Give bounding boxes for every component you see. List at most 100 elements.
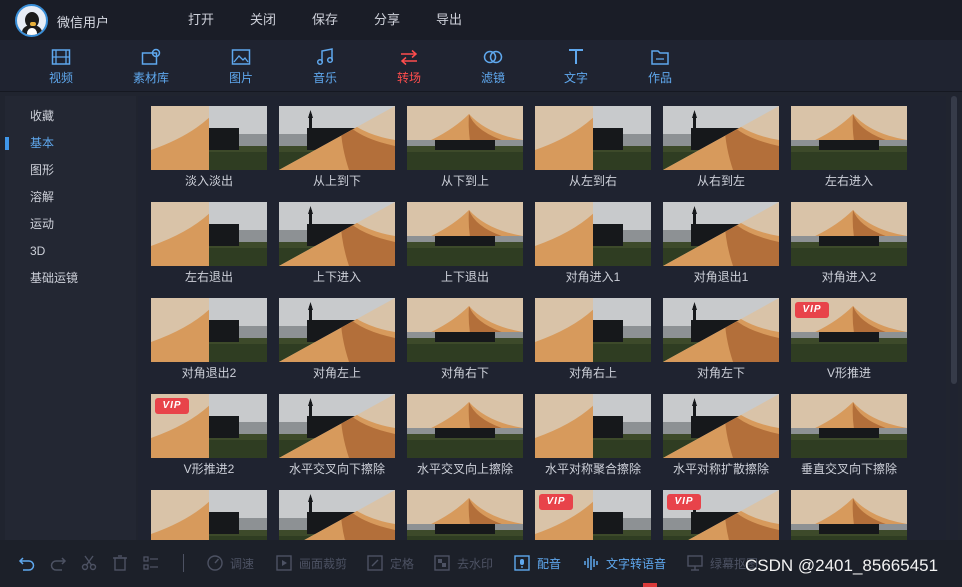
remove-watermark-button[interactable]: 去水印 (433, 553, 493, 573)
transition-thumbnail (279, 106, 395, 170)
redo-icon (50, 557, 67, 571)
category-basic-camera-move[interactable]: 基础运镜 (5, 265, 136, 292)
freeze-frame-button[interactable]: 定格 (366, 553, 414, 573)
transition-name: 对角左下 (696, 366, 745, 380)
transition-card[interactable]: 水平交叉向下擦除 (279, 394, 395, 480)
transition-card[interactable]: 对角右上 (535, 298, 651, 384)
transition-name: V形推进 (826, 366, 871, 380)
tab-text[interactable]: 文字 (541, 48, 611, 88)
transition-card[interactable]: 对角进入1 (535, 202, 651, 288)
transition-card[interactable]: 从左到右 (535, 106, 651, 192)
menu-close[interactable]: 关闭 (232, 0, 294, 40)
transition-card[interactable]: 上下进入 (279, 202, 395, 288)
menu-open[interactable]: 打开 (170, 0, 232, 40)
speed-label: 调速 (230, 556, 255, 571)
tab-filter[interactable]: 滤镜 (458, 48, 528, 88)
transition-thumbnail: VIP (151, 394, 267, 458)
transition-thumbnail (663, 106, 779, 170)
transition-name: 垂直交叉向下擦除 (800, 462, 897, 476)
filter-circles-icon (483, 50, 503, 64)
transition-card[interactable]: 对角右下 (407, 298, 523, 384)
music-note-icon (316, 48, 334, 66)
cut-button[interactable] (80, 553, 98, 573)
vip-badge: VIP (539, 494, 573, 510)
transition-card[interactable]: 上下退出 (407, 202, 523, 288)
category-favorites[interactable]: 收藏 (5, 103, 136, 130)
transition-thumbnail (663, 202, 779, 266)
transition-card[interactable]: 水平交叉向上擦除 (407, 394, 523, 480)
image-icon (231, 49, 251, 65)
csdn-watermark: CSDN @2401_85665451 (745, 556, 939, 575)
menu-export[interactable]: 导出 (418, 0, 480, 40)
transition-name: 上下退出 (440, 270, 489, 284)
avatar[interactable] (15, 4, 48, 37)
redo-button[interactable] (49, 553, 67, 573)
transition-card[interactable]: 水平对称扩散擦除 (663, 394, 779, 480)
transition-card[interactable]: VIP V形推进 (791, 298, 907, 384)
tab-material-library[interactable]: 素材库 (116, 48, 186, 88)
transition-thumbnail (663, 394, 779, 458)
grid-scrollbar[interactable] (950, 96, 958, 540)
transition-card[interactable] (151, 490, 267, 540)
transition-card[interactable]: 左右退出 (151, 202, 267, 288)
tab-image[interactable]: 图片 (206, 48, 276, 88)
transition-card[interactable]: VIP (535, 490, 651, 540)
transition-thumbnail (407, 298, 523, 362)
dubbing-button[interactable]: 配音 (513, 553, 561, 573)
transition-card[interactable]: 从上到下 (279, 106, 395, 192)
tab-works[interactable]: 作品 (625, 48, 695, 88)
dubbing-label: 配音 (537, 556, 562, 571)
transition-card[interactable]: VIP (663, 490, 779, 540)
transition-card[interactable]: 左右进入 (791, 106, 907, 192)
transition-card[interactable]: 水平对称聚合擦除 (535, 394, 651, 480)
scrollbar-thumb[interactable] (951, 96, 957, 384)
text-to-speech-button[interactable]: 文字转语音 (582, 553, 666, 573)
timeline-marker (643, 583, 657, 587)
category-shape[interactable]: 图形 (5, 157, 136, 184)
main-tab-bar: 视频 素材库 图片 音乐 转场 滤镜 文字 作品 (0, 40, 962, 92)
transition-card[interactable]: 对角退出2 (151, 298, 267, 384)
transition-card[interactable]: 从下到上 (407, 106, 523, 192)
speed-gauge-icon (207, 555, 223, 571)
transition-thumbnail (791, 202, 907, 266)
transition-name: 从上到下 (312, 174, 361, 188)
transition-card[interactable]: VIP V形推进2 (151, 394, 267, 480)
transition-card[interactable]: 对角左下 (663, 298, 779, 384)
transition-arrows-icon (400, 49, 418, 66)
delete-button[interactable] (111, 553, 129, 573)
tab-video[interactable]: 视频 (26, 48, 96, 88)
menu-save[interactable]: 保存 (294, 0, 356, 40)
transition-card[interactable]: 垂直交叉向下擦除 (791, 394, 907, 480)
category-basic[interactable]: 基本 (5, 130, 136, 157)
transition-card[interactable]: 淡入淡出 (151, 106, 267, 192)
material-library-icon (141, 48, 161, 65)
category-sidebar: 收藏 基本 图形 溶解 运动 3D 基础运镜 (5, 96, 136, 540)
dubbing-icon (514, 555, 530, 571)
vip-badge: VIP (667, 494, 701, 510)
username[interactable]: 微信用户 (57, 12, 109, 31)
menu-share[interactable]: 分享 (356, 0, 418, 40)
tab-label: 视频 (48, 71, 73, 85)
remove-watermark-icon (434, 555, 450, 571)
category-dissolve[interactable]: 溶解 (5, 184, 136, 211)
transition-card[interactable]: 对角左上 (279, 298, 395, 384)
undo-button[interactable] (18, 553, 36, 573)
tab-label: 图片 (228, 71, 253, 85)
transition-card[interactable]: 从右到左 (663, 106, 779, 192)
transition-name: 左右退出 (184, 270, 233, 284)
tab-label: 滤镜 (480, 71, 505, 85)
transition-name: 对角右下 (440, 366, 489, 380)
transition-card[interactable]: 对角进入2 (791, 202, 907, 288)
settings-button[interactable] (142, 553, 160, 573)
transition-name: 水平交叉向上擦除 (416, 462, 513, 476)
category-3d[interactable]: 3D (5, 238, 136, 265)
transition-card[interactable]: 对角退出1 (663, 202, 779, 288)
transition-card[interactable] (407, 490, 523, 540)
speed-button[interactable]: 调速 (206, 553, 254, 573)
crop-button[interactable]: 画面裁剪 (275, 553, 347, 573)
tab-transition[interactable]: 转场 (374, 48, 444, 88)
transition-card[interactable] (791, 490, 907, 540)
tab-music[interactable]: 音乐 (290, 48, 360, 88)
category-motion[interactable]: 运动 (5, 211, 136, 238)
transition-card[interactable] (279, 490, 395, 540)
